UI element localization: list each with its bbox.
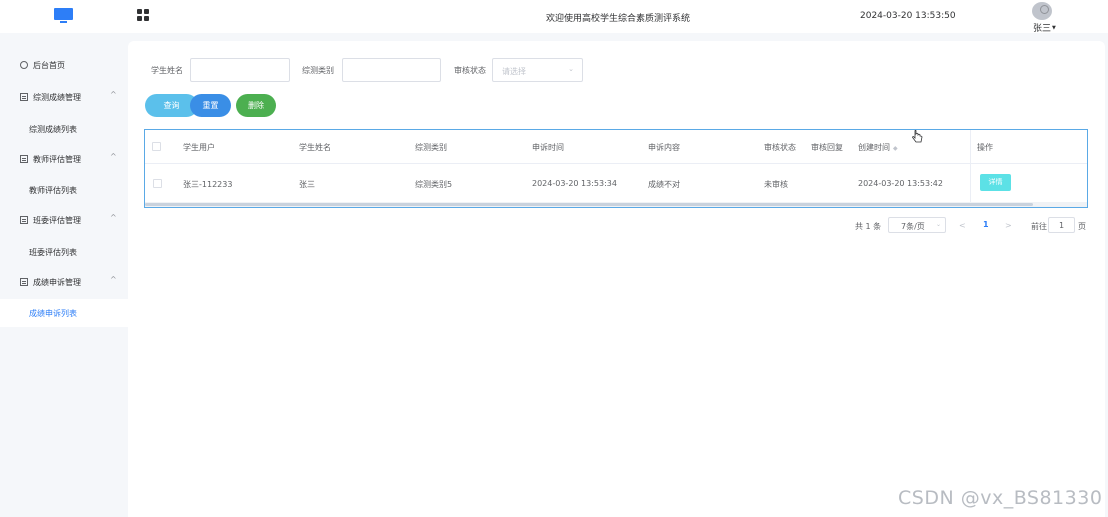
reset-button[interactable]: 重置 [190, 94, 231, 117]
chevron-up-icon: ^ [110, 275, 117, 284]
sidebar-item-committee-eval[interactable]: 班委评估管理 ^ [0, 209, 128, 233]
sidebar-item-label: 教师评估管理 [33, 155, 81, 164]
select-all-checkbox[interactable] [152, 142, 161, 151]
document-icon [20, 93, 28, 101]
page-size-value: 7条/页 [901, 222, 925, 231]
page-size-select[interactable]: 7条/页 ⌄ [888, 217, 946, 233]
chevron-down-icon: ⌄ [935, 221, 941, 228]
header-review-status: 审核状态 [764, 143, 796, 152]
scrollbar-thumb[interactable] [145, 203, 1033, 206]
next-page-icon[interactable]: > [1005, 221, 1012, 230]
sidebar-subitem-score-list[interactable]: 综测成绩列表 [0, 115, 128, 143]
cell-review-status: 未审核 [764, 180, 788, 189]
sidebar: 后台首页 综测成绩管理 ^ 综测成绩列表 教师评估管理 ^ 教师评估列表 班委评… [0, 41, 128, 517]
sidebar-subitem-label: 班委评估列表 [29, 248, 77, 257]
watermark: CSDN @vx_BS81330 [898, 487, 1103, 509]
page-number-current[interactable]: 1 [983, 220, 989, 229]
sidebar-item-home[interactable]: 后台首页 [0, 54, 128, 78]
document-icon [20, 278, 28, 286]
status-select[interactable]: 请选择 ⌄ [492, 58, 583, 82]
header-created-time[interactable]: 创建时间 ◆ [858, 142, 898, 153]
sidebar-item-teacher-eval[interactable]: 教师评估管理 ^ [0, 148, 128, 172]
hand-cursor-icon [912, 130, 923, 143]
document-icon [20, 155, 28, 163]
status-label: 审核状态 [454, 66, 486, 75]
header-appeal-content: 申诉内容 [648, 143, 680, 152]
chevron-up-icon: ^ [110, 152, 117, 161]
cell-created-time: 2024-03-20 13:53:42 [858, 179, 943, 188]
cell-appeal-content: 成绩不对 [648, 180, 680, 189]
sidebar-item-label: 后台首页 [33, 61, 65, 70]
horizontal-scrollbar[interactable] [145, 202, 1087, 207]
goto-label: 前往 [1031, 222, 1047, 231]
sidebar-subitem-committee-list[interactable]: 班委评估列表 [0, 238, 128, 266]
header-appeal-time: 申诉时间 [532, 143, 564, 152]
search-form: 学生姓名 综测类别 审核状态 请选择 ⌄ [128, 58, 1105, 82]
user-menu[interactable]: 张三▼ [1033, 21, 1056, 34]
cell-student-name: 张三 [299, 180, 315, 189]
student-name-label: 学生姓名 [151, 66, 183, 75]
welcome-title: 欢迎使用高校学生综合素质测评系统 [546, 14, 691, 24]
caret-down-icon: ▼ [1052, 25, 1056, 31]
sort-icon[interactable]: ◆ [893, 145, 898, 152]
sidebar-subitem-teacher-list[interactable]: 教师评估列表 [0, 176, 128, 204]
chevron-up-icon: ^ [110, 90, 117, 99]
header-review-reply: 审核回复 [811, 143, 843, 152]
header-category: 综测类别 [415, 143, 447, 152]
page-suffix-label: 页 [1078, 222, 1086, 231]
sidebar-item-label: 班委评估管理 [33, 216, 81, 225]
created-time-label: 创建时间 [858, 143, 890, 152]
detail-button[interactable]: 详情 [980, 174, 1011, 191]
goto-page-input[interactable] [1048, 217, 1075, 233]
category-input[interactable] [342, 58, 441, 82]
main-content: 学生姓名 综测类别 审核状态 请选择 ⌄ 查询 重置 删除 学生用户 学生姓名 … [128, 41, 1105, 517]
cell-student-user: 张三-112233 [183, 180, 233, 189]
header-student-user: 学生用户 [183, 143, 215, 152]
user-avatar[interactable] [1032, 2, 1052, 20]
sidebar-subitem-appeal-list[interactable]: 成绩申诉列表 [0, 299, 128, 327]
sidebar-subitem-label: 成绩申诉列表 [29, 309, 77, 318]
category-label: 综测类别 [302, 66, 334, 75]
top-header: 欢迎使用高校学生综合素质测评系统 2024-03-20 13:53:50 张三▼ [0, 0, 1108, 34]
apps-grid-icon[interactable] [137, 9, 149, 21]
chevron-up-icon: ^ [110, 213, 117, 222]
table-header: 学生用户 学生姓名 综测类别 申诉时间 申诉内容 审核状态 审核回复 创建时间 ◆… [145, 130, 1087, 164]
status-placeholder: 请选择 [502, 67, 526, 76]
header-student-name: 学生姓名 [299, 143, 331, 152]
monitor-logo-icon [54, 8, 73, 24]
clock-icon [20, 61, 28, 69]
delete-button[interactable]: 删除 [236, 94, 276, 117]
sidebar-item-label: 综测成绩管理 [33, 93, 81, 102]
cell-category: 综测类别5 [415, 180, 453, 189]
cell-appeal-time: 2024-03-20 13:53:34 [532, 179, 617, 188]
row-checkbox[interactable] [153, 179, 162, 188]
username-label: 张三 [1033, 24, 1052, 34]
sidebar-item-label: 成绩申诉管理 [33, 278, 81, 287]
sidebar-subitem-label: 教师评估列表 [29, 186, 77, 195]
prev-page-icon[interactable]: < [959, 221, 966, 230]
sidebar-subitem-label: 综测成绩列表 [29, 125, 77, 134]
sidebar-item-appeal-mgmt[interactable]: 成绩申诉管理 ^ [0, 271, 128, 295]
sidebar-item-score-mgmt[interactable]: 综测成绩管理 ^ [0, 86, 128, 110]
column-divider [970, 130, 971, 207]
document-icon [20, 216, 28, 224]
header-operation: 操作 [977, 143, 993, 152]
appeal-table: 学生用户 学生姓名 综测类别 申诉时间 申诉内容 审核状态 审核回复 创建时间 ◆… [144, 129, 1088, 208]
student-name-input[interactable] [190, 58, 290, 82]
chevron-down-icon: ⌄ [568, 65, 574, 73]
pagination-total: 共 1 条 [855, 222, 882, 231]
current-datetime: 2024-03-20 13:53:50 [860, 11, 956, 21]
